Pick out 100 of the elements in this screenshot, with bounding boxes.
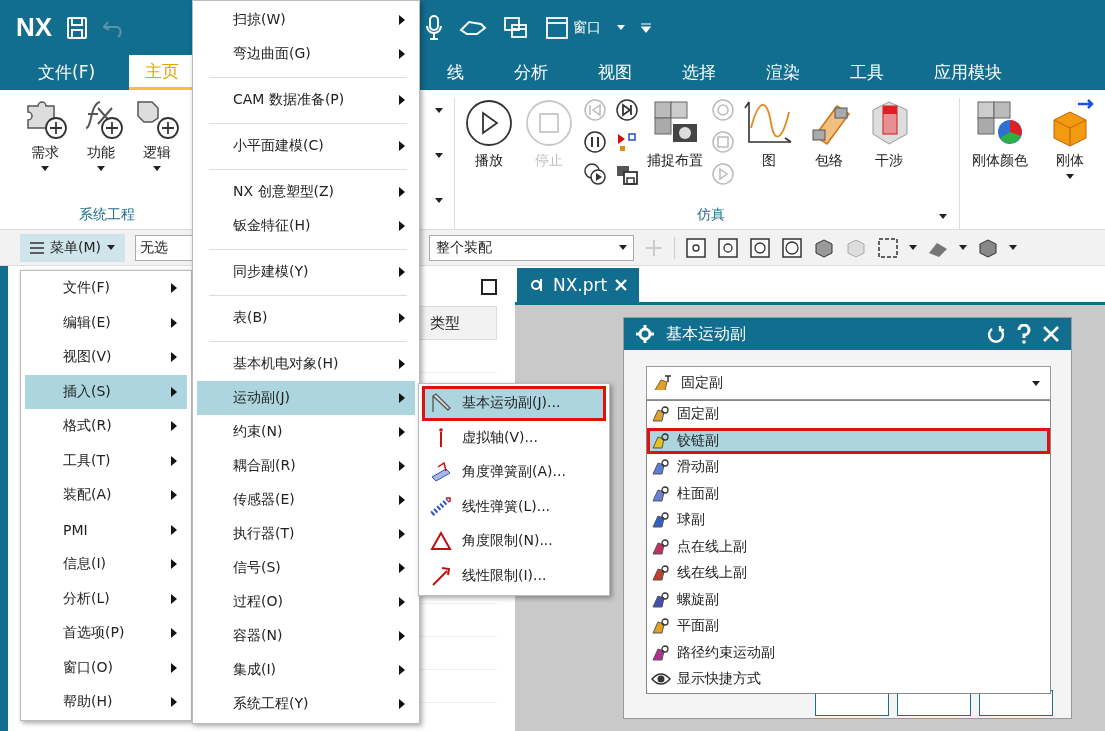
dropdown-option[interactable]: 平面副	[647, 613, 1050, 640]
ribbon-button[interactable]: 包络	[803, 98, 855, 170]
joint-type-dropdown[interactable]: 固定副	[646, 366, 1051, 400]
help-icon[interactable]	[1017, 324, 1031, 344]
menu-item[interactable]: 线性限制(I)...	[422, 558, 606, 593]
menu-item[interactable]: 工具(T)	[25, 443, 187, 478]
menu-item[interactable]: 格式(R)	[25, 409, 187, 444]
menu-item[interactable]: 传感器(E)	[197, 483, 415, 517]
menu-item[interactable]: 过程(O)	[197, 585, 415, 619]
menu-button[interactable]: 菜单(M)	[20, 233, 125, 262]
menu-item[interactable]: 表(B)	[197, 301, 415, 335]
ribbon-button[interactable]: 干涉	[863, 98, 915, 170]
ribbon-button[interactable]: 功能	[78, 98, 124, 171]
close-icon[interactable]	[1043, 326, 1059, 342]
ribbon-button[interactable]: 逻辑	[134, 98, 180, 171]
menu-item[interactable]: 编辑(E)	[25, 305, 187, 340]
markers-icon[interactable]	[615, 130, 639, 154]
menu-item[interactable]: 帮助(H)	[25, 685, 187, 720]
caret-icon[interactable]	[435, 198, 443, 203]
ribbon-tab[interactable]: 线	[431, 55, 481, 90]
dropdown-option[interactable]: 显示快捷方式	[647, 666, 1050, 693]
customize-icon[interactable]	[641, 22, 651, 33]
dropdown-option[interactable]: 滑动副	[647, 454, 1050, 481]
menu-item[interactable]: 文件(F)	[25, 271, 187, 306]
menu-item[interactable]: 运动副(J)	[197, 381, 415, 415]
step-forward-icon[interactable]	[615, 98, 639, 122]
menu-item[interactable]: 集成(I)	[197, 653, 415, 687]
menu-item[interactable]: 虚拟轴(V)...	[422, 420, 606, 455]
caret-icon[interactable]	[1009, 245, 1017, 250]
frame-icon[interactable]	[749, 236, 771, 259]
frame-icon[interactable]	[781, 236, 803, 259]
menu-item[interactable]: 角度限制(N)...	[422, 524, 606, 559]
menu-item[interactable]: 耦合副(R)	[197, 449, 415, 483]
assembly-scope-dropdown[interactable]: 整个装配	[429, 234, 634, 261]
menu-item[interactable]: 基本机电对象(H)	[197, 347, 415, 381]
microphone-icon[interactable]	[425, 14, 443, 41]
dropdown-option[interactable]: 螺旋副	[647, 586, 1050, 613]
dropdown-option[interactable]: 球副	[647, 507, 1050, 534]
caret-icon[interactable]	[939, 214, 947, 219]
save-icon[interactable]	[66, 15, 89, 40]
ribbon-button[interactable]: 捕捉布置	[647, 98, 703, 170]
menu-item[interactable]: 首选项(P)	[25, 616, 187, 651]
menu-item[interactable]: 信息(I)	[25, 547, 187, 582]
dropdown-option[interactable]: 固定副	[647, 401, 1050, 428]
dropdown-option[interactable]: 点在线上副	[647, 533, 1050, 560]
dropdown-option[interactable]: 线在线上副	[647, 560, 1050, 587]
ribbon-tab[interactable]: 文件(F)	[22, 55, 112, 90]
close-icon[interactable]	[615, 279, 628, 291]
ribbon-button[interactable]: 图	[743, 98, 795, 170]
menu-item[interactable]: PMI	[25, 512, 187, 547]
ribbon-tab[interactable]: 选择	[666, 55, 733, 90]
timer-play-icon[interactable]	[583, 162, 607, 186]
menu-item[interactable]: 视图(V)	[25, 340, 187, 375]
angular-spring-icon	[430, 461, 452, 484]
menu-item[interactable]: 约束(N)	[197, 415, 415, 449]
fit-view-icon[interactable]	[877, 236, 899, 259]
caret-icon[interactable]	[435, 108, 443, 113]
menu-item[interactable]: 窗口(O)	[25, 650, 187, 685]
ribbon-button[interactable]: 需求	[22, 98, 68, 171]
document-tab[interactable]: NX.prt	[517, 268, 640, 302]
caret-icon[interactable]	[435, 153, 443, 158]
frame-icon[interactable]	[717, 236, 739, 259]
menu-item[interactable]: 容器(N)	[197, 619, 415, 653]
selection-filter-field[interactable]: 无选	[135, 234, 195, 261]
ribbon-tab[interactable]: 分析	[498, 55, 565, 90]
caret-icon[interactable]	[959, 245, 967, 250]
menu-item[interactable]: 装配(A)	[25, 478, 187, 513]
window-menu-button[interactable]: 窗口	[545, 15, 601, 40]
menu-item[interactable]: 同步建模(Y)	[197, 255, 415, 289]
dropdown-option[interactable]: 铰链副	[647, 427, 1050, 454]
menu-item[interactable]: 执行器(T)	[197, 517, 415, 551]
ribbon-tab[interactable]: 视图	[582, 55, 649, 90]
ribbon-button[interactable]: 刚体颜色	[972, 98, 1028, 170]
reset-icon[interactable]	[987, 325, 1005, 343]
menu-item[interactable]: CAM 数据准备(P)	[197, 83, 415, 117]
triangle-limit-icon	[430, 530, 452, 553]
caret-icon[interactable]	[909, 245, 917, 250]
frame-icon[interactable]	[685, 236, 707, 259]
windows-icon[interactable]	[503, 15, 529, 40]
ribbon-tab[interactable]: 渲染	[750, 55, 817, 90]
menu-item[interactable]: 信号(S)	[197, 551, 415, 585]
ribbon-tab[interactable]: 工具	[834, 55, 901, 90]
pause-icon[interactable]	[583, 130, 607, 154]
menu-item[interactable]: 基本运动副(J)...	[422, 386, 606, 421]
maximize-icon[interactable]	[481, 279, 497, 295]
dropdown-option[interactable]: 路径约束运动副	[647, 639, 1050, 666]
dropdown-option[interactable]: 柱面副	[647, 480, 1050, 507]
menu-item[interactable]: 线性弹簧(L)...	[422, 489, 606, 524]
menu-item[interactable]: 扫掠(W)	[197, 3, 415, 37]
column-header[interactable]: 类型	[430, 307, 496, 339]
ribbon-tab[interactable]: 应用模块	[918, 55, 1019, 90]
menu-item[interactable]: 弯边曲面(G)	[197, 37, 415, 71]
menu-item[interactable]: 插入(S)	[25, 374, 187, 409]
menu-item[interactable]: NX 创意塑型(Z)	[197, 175, 415, 209]
menu-item[interactable]: 分析(L)	[25, 581, 187, 616]
menu-item[interactable]: 角度弹簧副(A)...	[422, 455, 606, 490]
menu-item[interactable]: 钣金特征(H)	[197, 209, 415, 243]
menu-item[interactable]: 系统工程(Y)	[197, 687, 415, 721]
ribbon-button[interactable]: 刚体	[1044, 98, 1096, 179]
menu-item[interactable]: 小平面建模(C)	[197, 129, 415, 163]
